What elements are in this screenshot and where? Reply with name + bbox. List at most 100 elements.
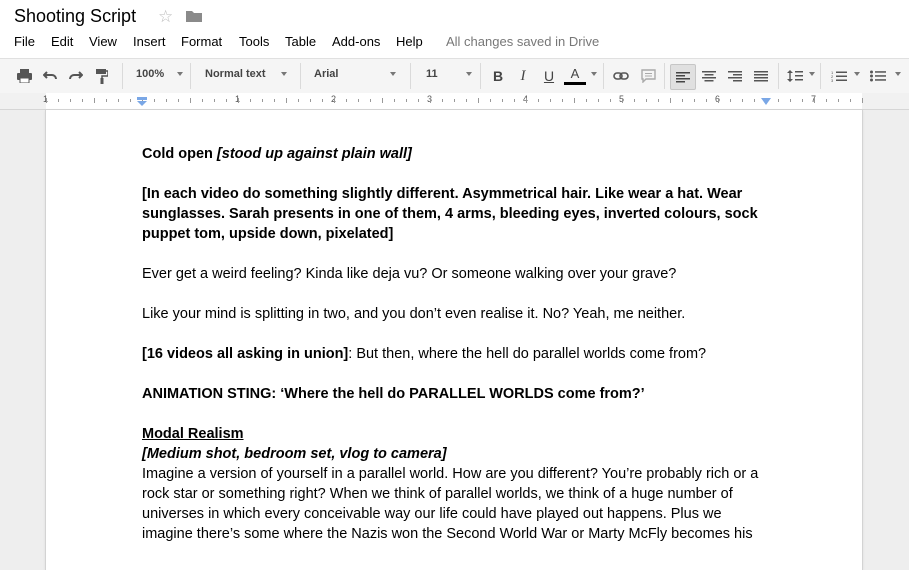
line-spacing-caret-icon[interactable]: [809, 72, 815, 76]
numbered-list-caret-icon[interactable]: [854, 72, 860, 76]
menu-insert[interactable]: Insert: [133, 34, 166, 49]
toolbar-divider: [664, 63, 665, 89]
ruler: 1 1 2 3 4 5 6 7: [0, 93, 909, 110]
ruler-tick: [118, 99, 119, 102]
ruler-tick: [406, 99, 407, 102]
paint-format-icon[interactable]: [90, 64, 114, 88]
style-select[interactable]: Normal text: [205, 68, 266, 80]
ruler-tick: [670, 98, 671, 103]
ruler-tick: [838, 99, 839, 102]
star-icon[interactable]: ☆: [158, 7, 173, 27]
font-size-caret-icon[interactable]: [466, 72, 472, 76]
ruler-tick: [742, 99, 743, 102]
bold-button[interactable]: B: [486, 64, 510, 88]
ruler-tick: [298, 99, 299, 102]
bulleted-list-icon[interactable]: [866, 64, 890, 88]
align-center-button[interactable]: [697, 64, 721, 88]
bulleted-list-caret-icon[interactable]: [895, 72, 901, 76]
ruler-tick: [154, 99, 155, 102]
ruler-tick: [790, 99, 791, 102]
toolbar-divider: [820, 63, 821, 89]
paragraph-shot-direction: [Medium shot, bedroom set, vlog to camer…: [142, 446, 447, 462]
scrollbar-track[interactable]: [895, 110, 909, 539]
redo-icon[interactable]: [64, 64, 88, 88]
section-heading-modal-realism: Modal Realism: [142, 426, 244, 442]
menu-tools[interactable]: Tools: [239, 34, 269, 49]
menu-file[interactable]: File: [14, 34, 35, 49]
document-page[interactable]: Cold open [stood up against plain wall] …: [46, 110, 862, 570]
ruler-tick: [286, 98, 287, 103]
menu-table[interactable]: Table: [285, 34, 316, 49]
union-line: : But then, where the hell do parallel w…: [348, 346, 707, 362]
ruler-tick: [418, 99, 419, 102]
toolbar-divider: [300, 63, 301, 89]
toolbar: 100% Normal text Arial 11 B I U A 123: [0, 58, 909, 94]
font-select[interactable]: Arial: [314, 68, 338, 80]
toolbar-divider: [480, 63, 481, 89]
text-color-caret-icon[interactable]: [591, 72, 597, 76]
ruler-tick: [694, 99, 695, 102]
comment-icon[interactable]: [636, 64, 660, 88]
zoom-select[interactable]: 100%: [136, 68, 164, 80]
ruler-tick: [730, 99, 731, 102]
font-size-select[interactable]: 11: [426, 68, 438, 80]
paragraph-animation-sting: ANIMATION STING: ‘Where the hell do PARA…: [142, 386, 645, 402]
menu-edit[interactable]: Edit: [51, 34, 73, 49]
text-color-button[interactable]: A: [563, 64, 587, 88]
ruler-tick: [526, 98, 527, 103]
ruler-tick: [166, 99, 167, 102]
right-indent-marker[interactable]: [761, 98, 771, 105]
style-caret-icon[interactable]: [281, 72, 287, 76]
ruler-tick: [262, 99, 263, 102]
toolbar-divider: [603, 63, 604, 89]
menu-format[interactable]: Format: [181, 34, 222, 49]
ruler-tick: [862, 98, 863, 103]
undo-icon[interactable]: [38, 64, 62, 88]
document-body[interactable]: Cold open [stood up against plain wall] …: [142, 144, 772, 544]
ruler-tick: [310, 99, 311, 102]
union-direction: [16 videos all asking in union]: [142, 346, 349, 362]
ruler-tick: [94, 98, 95, 103]
ruler-tick: [850, 99, 851, 102]
ruler-tick: [826, 99, 827, 102]
underline-button[interactable]: U: [537, 64, 561, 88]
ruler-tick: [754, 99, 755, 102]
ruler-tick: [226, 99, 227, 102]
ruler-tick: [250, 99, 251, 102]
save-status[interactable]: All changes saved in Drive: [446, 34, 599, 49]
first-line-indent-marker[interactable]: [137, 97, 147, 106]
ruler-tick: [490, 99, 491, 102]
ruler-tick: [442, 99, 443, 102]
align-right-button[interactable]: [723, 64, 747, 88]
ruler-tick: [802, 99, 803, 102]
italic-button[interactable]: I: [511, 64, 535, 88]
menu-add-ons[interactable]: Add-ons: [332, 34, 380, 49]
ruler-tick: [574, 98, 575, 103]
toolbar-divider: [410, 63, 411, 89]
ruler-tick: [622, 98, 623, 103]
numbered-list-icon[interactable]: 123: [827, 64, 851, 88]
ruler-tick: [634, 99, 635, 102]
print-icon[interactable]: [12, 64, 36, 88]
line-spacing-icon[interactable]: [783, 64, 807, 88]
ruler-tick: [502, 99, 503, 102]
paragraph-mind-splitting: Like your mind is splitting in two, and …: [142, 306, 686, 322]
menu-view[interactable]: View: [89, 34, 117, 49]
align-left-button[interactable]: [670, 64, 696, 90]
folder-icon[interactable]: [186, 10, 202, 22]
ruler-tick: [430, 98, 431, 103]
menu-help[interactable]: Help: [396, 34, 423, 49]
ruler-tick: [610, 99, 611, 102]
zoom-caret-icon[interactable]: [177, 72, 183, 76]
ruler-tick: [586, 99, 587, 102]
text-color-letter: A: [570, 66, 580, 81]
cold-open-label: Cold open: [142, 146, 217, 162]
document-title[interactable]: Shooting Script: [14, 6, 136, 27]
font-caret-icon[interactable]: [390, 72, 396, 76]
ruler-tick: [514, 99, 515, 102]
justify-button[interactable]: [749, 64, 773, 88]
link-icon[interactable]: [609, 64, 633, 88]
ruler-tick: [550, 99, 551, 102]
ruler-tick: [466, 99, 467, 102]
ruler-tick: [322, 99, 323, 102]
